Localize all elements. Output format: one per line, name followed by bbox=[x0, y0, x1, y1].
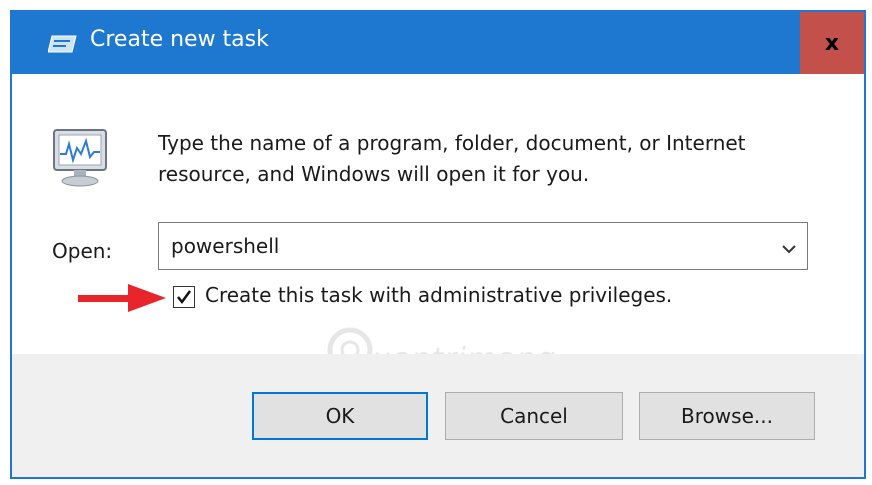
open-label: Open: bbox=[52, 239, 113, 263]
title-bar[interactable]: Create new task x bbox=[12, 12, 864, 74]
window-title: Create new task bbox=[90, 27, 269, 52]
close-icon: x bbox=[824, 30, 840, 56]
browse-button[interactable]: Browse... bbox=[639, 392, 815, 440]
run-app-icon bbox=[47, 33, 78, 55]
dialog-content: Type the name of a program, folder, docu… bbox=[12, 74, 864, 354]
open-combobox[interactable]: powershell bbox=[158, 222, 808, 270]
dialog-footer: OK Cancel Browse... bbox=[12, 354, 864, 477]
program-monitor-icon bbox=[48, 124, 114, 190]
dialog-description: Type the name of a program, folder, docu… bbox=[158, 131, 746, 186]
admin-privileges-label[interactable]: Create this task with administrative pri… bbox=[205, 283, 672, 307]
close-button[interactable]: x bbox=[800, 12, 864, 74]
cancel-button[interactable]: Cancel bbox=[445, 392, 623, 440]
chevron-down-icon[interactable] bbox=[781, 240, 797, 254]
open-input-value[interactable]: powershell bbox=[171, 234, 279, 258]
admin-privileges-checkbox[interactable] bbox=[173, 286, 195, 308]
create-new-task-dialog: Create new task x Type the name of a pro… bbox=[10, 10, 866, 479]
checkmark-icon bbox=[177, 290, 192, 305]
red-arrow-annotation bbox=[76, 281, 168, 315]
ok-button[interactable]: OK bbox=[252, 392, 428, 440]
